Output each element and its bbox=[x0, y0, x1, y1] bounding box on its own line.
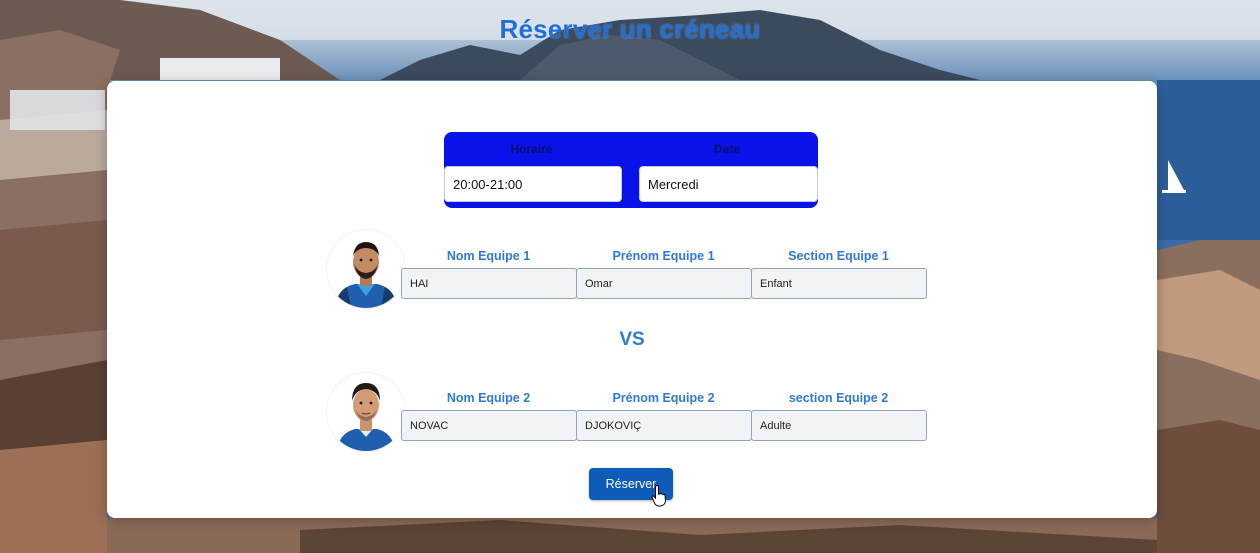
team1-nom-field[interactable]: HAI bbox=[401, 268, 577, 299]
date-label: Date bbox=[713, 142, 740, 156]
horaire-field[interactable]: 20:00-21:00 bbox=[444, 166, 622, 202]
versus-label: VS bbox=[619, 329, 645, 350]
team1-avatar bbox=[327, 230, 405, 308]
team1-section-label: Section Equipe 1 bbox=[788, 249, 889, 263]
team1-prenom-field[interactable]: Omar bbox=[576, 268, 752, 299]
team2-nom-field[interactable]: NOVAC bbox=[401, 410, 577, 441]
horaire-label: Horaire bbox=[510, 142, 553, 156]
player-avatar-icon bbox=[327, 373, 405, 451]
page-title: Réserver un créneau bbox=[499, 14, 761, 44]
player-avatar-icon bbox=[327, 230, 405, 308]
team2-avatar bbox=[327, 373, 405, 451]
team2-prenom-field[interactable]: DJOKOVIÇ bbox=[576, 410, 752, 441]
team1-prenom-label: Prénom Equipe 1 bbox=[612, 249, 715, 263]
team1-nom-label: Nom Equipe 1 bbox=[446, 249, 531, 263]
team2-section-label: section Equipe 2 bbox=[788, 391, 889, 405]
date-field[interactable]: Mercredi bbox=[639, 166, 818, 202]
reserver-button[interactable]: Réserver bbox=[589, 468, 673, 500]
slot-selection-box: Horaire Date 20:00-21:00 Mercredi bbox=[444, 132, 818, 208]
team2-nom-label: Nom Equipe 2 bbox=[446, 391, 531, 405]
reservation-card: Horaire Date 20:00-21:00 Mercredi Nom Eq… bbox=[107, 81, 1157, 518]
team2-prenom-label: Prénom Equipe 2 bbox=[612, 391, 715, 405]
team1-section-field[interactable]: Enfant bbox=[751, 268, 927, 299]
team2-section-field[interactable]: Adulte bbox=[751, 410, 927, 441]
